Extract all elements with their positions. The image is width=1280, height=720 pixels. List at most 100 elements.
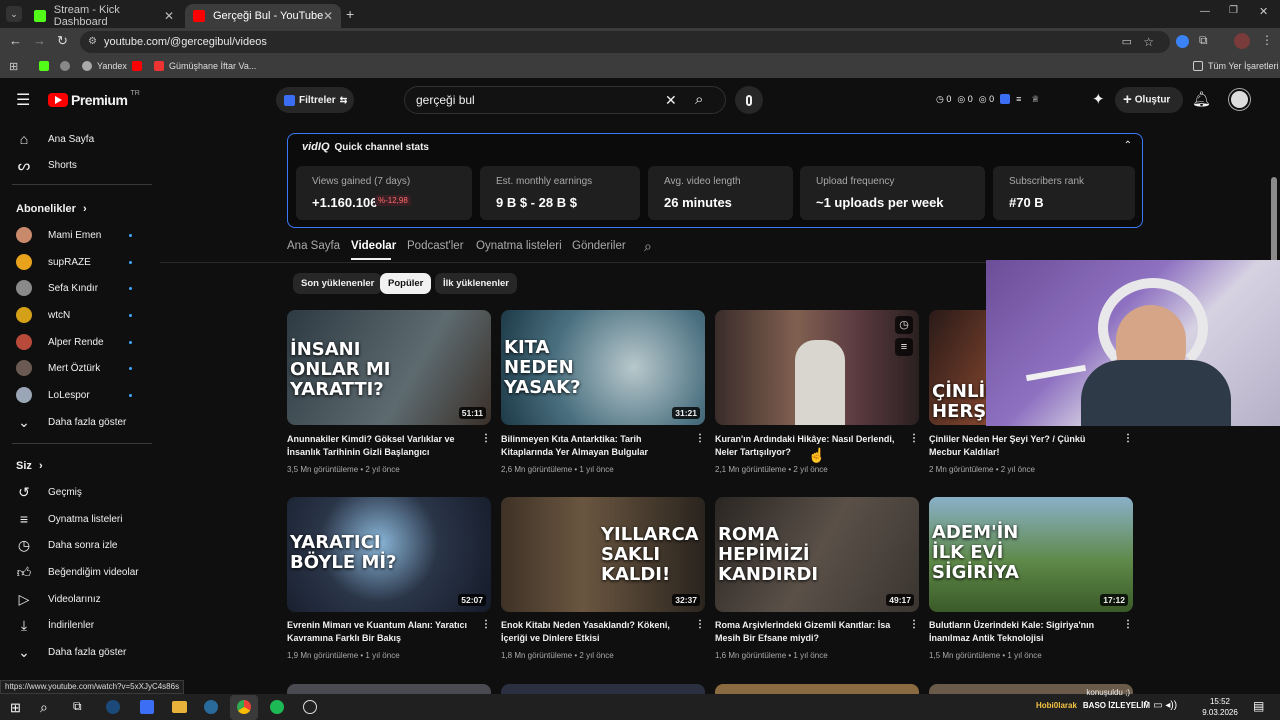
tab-podcasts[interactable]: Podcast'ler bbox=[407, 240, 464, 252]
sidebar-item-your-videos[interactable]: ▷ Videolarınız bbox=[0, 586, 160, 612]
youtube-logo[interactable]: Premium TR bbox=[48, 90, 140, 108]
close-window-icon[interactable]: ✕ bbox=[1259, 5, 1268, 18]
tab-playlists[interactable]: Oynatma listeleri bbox=[476, 240, 562, 252]
you-heading[interactable]: Siz › bbox=[16, 460, 43, 472]
sidebar-item-home[interactable]: ⌂ Ana Sayfa bbox=[0, 126, 160, 152]
tab-videos[interactable]: Videolar bbox=[351, 240, 396, 252]
clear-search-icon[interactable]: ✕ bbox=[665, 87, 677, 113]
video-thumbnail[interactable] bbox=[501, 684, 705, 694]
chip-popular[interactable]: Popüler bbox=[380, 273, 432, 294]
bookmark-star-icon[interactable]: ☆ bbox=[1143, 31, 1154, 53]
video-menu-icon[interactable]: ⋮ bbox=[909, 619, 919, 630]
gemini-icon[interactable]: ✦ bbox=[1092, 90, 1105, 108]
sidebar-sub-sefa-kindir[interactable]: Sefa Kındır bbox=[0, 275, 160, 301]
extension-icon[interactable] bbox=[1176, 35, 1189, 48]
all-bookmarks[interactable]: Tüm Yer İşaretleri bbox=[1193, 61, 1279, 71]
page-scrollbar[interactable] bbox=[1271, 177, 1277, 267]
windows-start-icon[interactable]: ⊞ bbox=[10, 700, 21, 716]
video-title[interactable]: Bilinmeyen Kıta Antarktika: Tarih Kitapl… bbox=[501, 433, 686, 459]
close-tab-icon[interactable]: ✕ bbox=[323, 9, 333, 23]
video-menu-icon[interactable]: ⋮ bbox=[1123, 433, 1133, 444]
video-thumbnail[interactable]: ◷ ≡ bbox=[715, 310, 919, 425]
obs-icon[interactable] bbox=[303, 700, 317, 714]
apps-grid-icon[interactable]: ⊞ bbox=[9, 60, 18, 73]
video-thumbnail[interactable]: YILLARCA SAKLI KALDI! 32:37 bbox=[501, 497, 705, 612]
notification-center-icon[interactable]: ▤ bbox=[1253, 699, 1264, 713]
vidiq-icon[interactable] bbox=[1000, 94, 1011, 104]
bookmark-globe[interactable] bbox=[60, 61, 75, 71]
clock[interactable]: 15:52 9.03.2026 bbox=[1200, 696, 1240, 718]
chip-oldest[interactable]: İlk yüklenenler bbox=[435, 273, 518, 294]
site-info-icon[interactable]: ⚙ bbox=[88, 31, 97, 53]
eye-counter[interactable]: ◎ 0 bbox=[957, 94, 972, 105]
video-menu-icon[interactable]: ⋮ bbox=[481, 433, 491, 444]
task-view-icon[interactable]: ⧉ bbox=[73, 699, 82, 714]
video-title[interactable]: Bulutların Üzerindeki Kale: Sigiriya'nın… bbox=[929, 619, 1114, 645]
add-to-queue-icon[interactable]: ≡ bbox=[895, 338, 913, 356]
sidebar-item-downloads[interactable]: ⤓ İndirilenler bbox=[0, 612, 160, 638]
filters-button[interactable]: Filtreler ⇆ bbox=[276, 87, 354, 113]
video-menu-icon[interactable]: ⋮ bbox=[695, 619, 705, 630]
sidebar-show-more[interactable]: ⌄ Daha fazla göster bbox=[0, 409, 160, 435]
bookmark-kick[interactable] bbox=[39, 61, 54, 71]
trophy-icon[interactable]: ♕ bbox=[1031, 94, 1039, 105]
video-menu-icon[interactable]: ⋮ bbox=[1123, 619, 1133, 630]
voice-search-button[interactable] bbox=[735, 86, 763, 114]
browser-tab-kick[interactable]: Stream - Kick Dashboard ✕ bbox=[26, 4, 182, 28]
video-title[interactable]: Anunnakiler Kimdi? Göksel Varlıklar ve İ… bbox=[287, 433, 472, 459]
sidebar-sub-lolespor[interactable]: LoLespor bbox=[0, 382, 160, 408]
taskbar-search-icon[interactable]: ⌕ bbox=[40, 699, 48, 716]
profile-avatar[interactable] bbox=[1234, 33, 1250, 49]
video-menu-icon[interactable]: ⋮ bbox=[695, 433, 705, 444]
chip-latest[interactable]: Son yüklenenler bbox=[293, 273, 383, 294]
sidebar-sub-supraze[interactable]: supRAZE bbox=[0, 249, 160, 275]
url-field[interactable]: ⚙ youtube.com/@gercegibul/videos ▭ ☆ bbox=[80, 31, 1170, 53]
video-menu-icon[interactable]: ⋮ bbox=[481, 619, 491, 630]
channel-search-icon[interactable]: ⌕ bbox=[644, 238, 652, 255]
create-button[interactable]: + Oluştur bbox=[1115, 87, 1183, 113]
spotify-icon[interactable] bbox=[270, 700, 284, 714]
bookmark-yandex[interactable]: Yandex bbox=[82, 61, 127, 71]
account-avatar[interactable] bbox=[1229, 89, 1250, 110]
hamburger-menu-icon[interactable]: ☰ bbox=[16, 90, 30, 110]
bookmark-youtube[interactable] bbox=[132, 61, 147, 71]
tab-home[interactable]: Ana Sayfa bbox=[287, 240, 340, 252]
sidebar-item-playlists[interactable]: ≡ Oynatma listeleri bbox=[0, 506, 160, 532]
clock-counter[interactable]: ◷ 0 bbox=[936, 94, 951, 105]
video-title[interactable]: Çinliler Neden Her Şeyi Yer? / Çünkü Mec… bbox=[929, 433, 1114, 459]
notifications-bell-icon[interactable]: 🔔︎ bbox=[1192, 90, 1211, 108]
video-title[interactable]: Evrenin Mimarı ve Kuantum Alanı: Yaratıc… bbox=[287, 619, 472, 645]
video-thumbnail[interactable]: İNSANI ONLAR MI YARATTI? 51:11 bbox=[287, 310, 491, 425]
tab-posts[interactable]: Gönderiler bbox=[572, 240, 626, 252]
video-thumbnail[interactable]: ADEM'İN İLK EVİ SİGİRİYA 17:12 bbox=[929, 497, 1133, 612]
video-thumbnail[interactable]: ROMA HEPİMİZİ KANDIRDI 49:17 bbox=[715, 497, 919, 612]
chrome-icon[interactable] bbox=[230, 695, 258, 720]
forward-icon[interactable]: → bbox=[33, 33, 46, 48]
new-tab-icon[interactable]: + bbox=[346, 6, 354, 22]
video-thumbnail[interactable]: KITA NEDEN YASAK? 31:21 bbox=[501, 310, 705, 425]
close-tab-icon[interactable]: ✕ bbox=[164, 9, 174, 23]
steam-app-icon[interactable] bbox=[204, 700, 218, 714]
reload-icon[interactable]: ↻ bbox=[57, 33, 68, 49]
video-title[interactable]: Roma Arşivlerindeki Gizemli Kanıtlar: İs… bbox=[715, 619, 900, 645]
puzzle-extensions-icon[interactable]: ⧉ bbox=[1199, 33, 1208, 48]
cast-icon[interactable]: ▭ bbox=[1122, 31, 1132, 53]
video-thumbnail[interactable] bbox=[287, 684, 491, 694]
store-icon[interactable] bbox=[140, 700, 154, 714]
list-icon[interactable]: ≡ bbox=[1016, 94, 1021, 105]
back-icon[interactable]: ← bbox=[9, 33, 22, 48]
sidebar-sub-alper-rende[interactable]: Alper Rende bbox=[0, 329, 160, 355]
vidiq-header[interactable]: vidIQ Quick channel stats bbox=[302, 141, 429, 153]
file-explorer-icon[interactable] bbox=[172, 701, 187, 713]
view-counter[interactable]: ◎ 0 bbox=[979, 94, 994, 105]
search-input[interactable]: gerçeği bul ✕ ⌕ bbox=[404, 86, 726, 114]
sidebar-sub-mert-ozturk[interactable]: Mert Öztürk bbox=[0, 355, 160, 381]
restore-window-icon[interactable]: ❐ bbox=[1229, 5, 1238, 16]
sidebar-sub-mami-emen[interactable]: Mami Emen bbox=[0, 222, 160, 248]
sidebar-item-shorts[interactable]: ᔕ Shorts bbox=[0, 152, 160, 178]
video-menu-icon[interactable]: ⋮ bbox=[909, 433, 919, 444]
video-title[interactable]: Enok Kitabı Neden Yasaklandı? Kökeni, İç… bbox=[501, 619, 686, 645]
video-thumbnail[interactable] bbox=[715, 684, 919, 694]
sidebar-sub-wtcn[interactable]: wtcN bbox=[0, 302, 160, 328]
minimize-window-icon[interactable]: — bbox=[1200, 6, 1210, 17]
